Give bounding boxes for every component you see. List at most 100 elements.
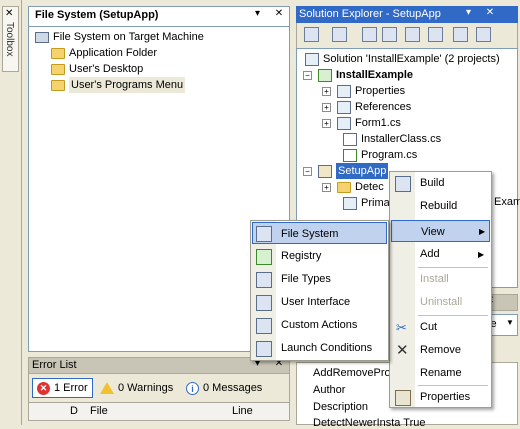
chevron-down-icon[interactable]: ▼	[506, 318, 514, 327]
tree-item-label: InstallerClass.cs	[361, 133, 442, 145]
build-icon	[395, 176, 411, 192]
registry-editor-icon[interactable]	[382, 27, 397, 42]
menu-item-add[interactable]: Add	[420, 243, 440, 265]
properties-icon[interactable]	[304, 27, 319, 42]
menu-item-cut[interactable]: Cut	[420, 316, 437, 338]
registry-icon	[256, 249, 272, 265]
output-icon	[343, 196, 357, 210]
collapse-icon[interactable]: −	[303, 70, 312, 80]
warning-icon	[100, 382, 114, 394]
expand-icon[interactable]: +	[322, 102, 331, 112]
submenu-item-custom-actions[interactable]: Custom Actions	[281, 314, 357, 336]
messages-count: 0 Messages	[203, 382, 263, 394]
tree-item-properties[interactable]: + Properties	[322, 83, 405, 99]
file-types-editor-icon[interactable]	[405, 27, 420, 42]
folder-icon	[51, 47, 65, 59]
project-label: SetupApp	[336, 163, 389, 179]
folder-user-programs-menu[interactable]: User's Programs Menu	[51, 77, 186, 93]
menu-item-rename[interactable]: Rename	[420, 362, 462, 384]
tree-solution[interactable]: Solution 'InstallExample' (2 projects)	[305, 51, 500, 67]
menu-item-properties[interactable]: Properties	[420, 386, 470, 408]
column-header-description[interactable]: D	[70, 405, 78, 417]
toolbox-icon: ✕	[5, 8, 14, 19]
properties-folder-icon	[337, 84, 351, 98]
menu-item-build[interactable]: Build	[420, 172, 444, 194]
launch-conditions-editor-icon[interactable]	[476, 27, 491, 42]
info-icon: i	[186, 381, 199, 395]
submenu-item-registry[interactable]: Registry	[281, 245, 321, 267]
tree-item-form1[interactable]: + Form1.cs	[322, 115, 401, 131]
column-header-file[interactable]: File	[90, 405, 108, 417]
menu-item-label: View	[421, 226, 445, 238]
tree-root[interactable]: File System on Target Machine	[35, 29, 204, 45]
column-header-line[interactable]: Line	[232, 405, 253, 417]
folder-label: User's Programs Menu	[69, 77, 186, 93]
expand-icon[interactable]: +	[322, 118, 331, 128]
folder-label: Application Folder	[69, 47, 158, 59]
folder-user-desktop[interactable]: User's Desktop	[51, 61, 143, 77]
scissors-icon: ✂	[396, 320, 407, 335]
error-list-title: Error List	[32, 359, 77, 371]
menu-item-rebuild[interactable]: Rebuild	[420, 195, 457, 217]
tree-item-primary-output[interactable]: Prima	[343, 195, 390, 211]
folder-icon	[337, 181, 351, 193]
submenu-arrow-icon: ▶	[479, 227, 486, 236]
submenu-item-launch-conditions[interactable]: Launch Conditions	[281, 337, 372, 359]
menu-item-remove[interactable]: Remove	[420, 339, 461, 361]
folder-application[interactable]: Application Folder	[51, 45, 157, 61]
custom-actions-editor-icon[interactable]	[453, 27, 468, 42]
toolbox-label: Toolbox	[4, 22, 15, 57]
expand-icon[interactable]: +	[322, 182, 331, 192]
submenu-item-file-system[interactable]: File System	[252, 222, 387, 244]
properties-icon	[395, 390, 411, 406]
expand-icon[interactable]: +	[322, 86, 331, 96]
tree-item-program[interactable]: Program.cs	[343, 147, 417, 163]
errors-filter-button[interactable]: ✕ 1 Error	[32, 378, 93, 398]
file-system-window-controls[interactable]: ▾ ✕	[255, 8, 289, 19]
tree-item-label: Prima	[361, 197, 390, 209]
csharp-file-icon	[343, 148, 357, 162]
submenu-item-user-interface[interactable]: User Interface	[281, 291, 350, 313]
solution-label: Solution 'InstallExample' (2 projects)	[323, 53, 500, 65]
tree-item-installerclass[interactable]: InstallerClass.cs	[343, 131, 441, 147]
collapse-icon[interactable]: −	[303, 166, 312, 176]
warnings-filter-button[interactable]: 0 Warnings	[96, 378, 177, 398]
remove-icon: ✕	[396, 342, 409, 359]
file-system-icon	[256, 226, 272, 242]
tree-item-references[interactable]: + References	[322, 99, 411, 115]
user-interface-editor-icon[interactable]	[428, 27, 443, 42]
class-file-icon	[343, 132, 357, 146]
menu-item-uninstall: Uninstall	[420, 296, 463, 308]
tree-item-label: Detec	[355, 181, 384, 193]
user-interface-icon	[256, 295, 272, 311]
solution-icon	[305, 52, 319, 66]
tree-item-label: Form1.cs	[355, 117, 401, 129]
form-icon	[337, 116, 351, 130]
tree-item-label: References	[355, 101, 412, 113]
show-all-files-icon[interactable]	[332, 27, 347, 42]
tree-project-setupapp[interactable]: − SetupApp	[303, 163, 389, 179]
file-system-editor-icon[interactable]	[362, 27, 377, 42]
folder-label: User's Desktop	[69, 63, 144, 75]
tree-item-detected-dependencies[interactable]: + Detec	[322, 179, 384, 195]
solution-explorer-window-controls[interactable]: ▾ ✕	[466, 7, 500, 18]
tree-project-installexample[interactable]: − InstallExample	[303, 67, 413, 83]
error-icon: ✕	[37, 381, 50, 395]
warnings-count: 0 Warnings	[118, 382, 174, 394]
folder-icon	[51, 79, 65, 91]
primary-output-suffix: Exam	[494, 196, 520, 208]
messages-filter-button[interactable]: i 0 Messages	[182, 378, 266, 398]
submenu-item-label: File System	[281, 228, 339, 240]
menu-item-view[interactable]: View ▶	[391, 220, 490, 242]
submenu-arrow-icon: ▶	[478, 250, 485, 259]
property-row[interactable]: AddRemoveProc	[313, 367, 396, 379]
property-row[interactable]: Author	[313, 384, 345, 396]
tree-root-label: File System on Target Machine	[53, 31, 204, 43]
submenu-item-file-types[interactable]: File Types	[281, 268, 331, 290]
solution-explorer-title: Solution Explorer - SetupApp	[299, 8, 441, 20]
property-row[interactable]: DetectNewerInsta True	[313, 417, 426, 429]
references-icon	[337, 100, 351, 114]
property-row[interactable]: Description	[313, 401, 368, 413]
folder-icon	[51, 63, 65, 75]
menu-item-install: Install	[420, 273, 449, 285]
